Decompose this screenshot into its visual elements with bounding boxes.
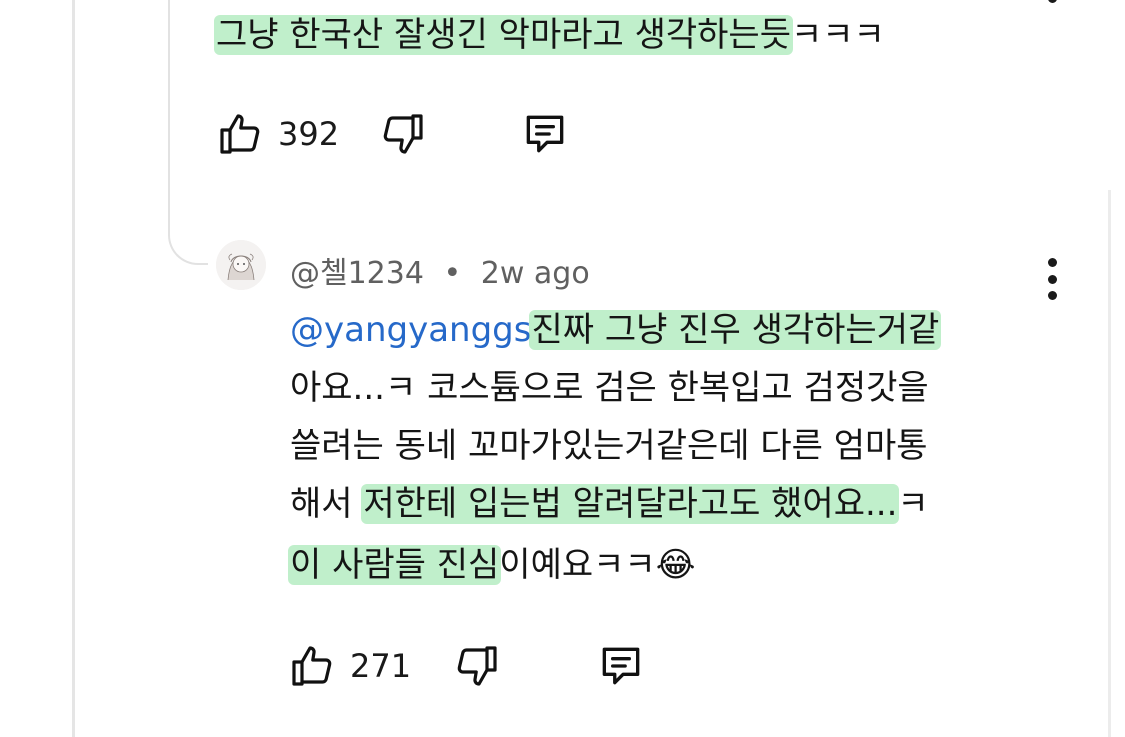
- author-name[interactable]: @첼1234: [290, 256, 424, 291]
- laughing-emoji-icon: 😂: [655, 545, 696, 585]
- thumbs-down-icon[interactable]: [377, 108, 429, 160]
- comment-text-tail: ㅋㅋㅋ: [791, 15, 885, 55]
- thread-line: [72, 0, 75, 737]
- comment-text: 그냥 한국산 잘생긴 악마라고 생각하는듯ㅋㅋㅋ: [214, 6, 885, 64]
- reply-line-2: 아요...ㅋ 코스튬으로 검은 한복입고 검정갓을: [290, 368, 929, 408]
- comment-actions: 392: [214, 108, 571, 160]
- highlighted-text: 진짜 그냥 진우 생각하는거같: [529, 310, 942, 350]
- meta-separator: •: [443, 256, 462, 291]
- more-options-button-top[interactable]: [1040, 0, 1064, 6]
- avatar[interactable]: [216, 240, 266, 290]
- like-count: 271: [350, 647, 412, 685]
- comment-icon[interactable]: [519, 108, 571, 160]
- highlighted-text: 저한테 입는법 알려달라고도 했어요...: [361, 484, 900, 524]
- comments-view: 그냥 한국산 잘생긴 악마라고 생각하는듯ㅋㅋㅋ 392 @첼1234 • 2w…: [0, 0, 1125, 737]
- reply-meta: @첼1234 • 2w ago: [290, 248, 590, 292]
- more-vertical-icon[interactable]: [1040, 258, 1064, 300]
- like-count: 392: [278, 115, 340, 153]
- mention-link[interactable]: @yangyanggs: [290, 310, 531, 350]
- reply-line-4-suffix: ㅋ: [897, 484, 929, 524]
- thumbs-up-icon[interactable]: [214, 108, 266, 160]
- reply-line-4: 해서 저한테 입는법 알려달라고도 했어요...ㅋ: [290, 475, 929, 533]
- timestamp: 2w ago: [480, 256, 590, 291]
- reply-line-5: 이 사람들 진심이예요ㅋㅋ😂: [288, 536, 696, 594]
- thumbs-down-icon[interactable]: [451, 640, 503, 692]
- reply-line-4-prefix: 해서: [290, 484, 364, 524]
- highlighted-text: 그냥 한국산 잘생긴 악마라고 생각하는듯: [214, 15, 793, 55]
- thumbs-up-icon[interactable]: [286, 640, 338, 692]
- highlighted-text: 이 사람들 진심: [288, 545, 502, 585]
- reply-thread-connector: [168, 0, 208, 265]
- reply-line-1: @yangyanggs진짜 그냥 진우 생각하는거같: [290, 301, 942, 359]
- reply-line-3: 쓸려는 동네 꼬마가있는거같은데 다른 엄마통: [290, 426, 928, 466]
- scrollbar-track[interactable]: [1108, 190, 1111, 737]
- comment-icon[interactable]: [595, 640, 647, 692]
- reply-actions: 271: [286, 640, 647, 692]
- reply-line-5-tail: 이예요ㅋㅋ: [499, 545, 656, 585]
